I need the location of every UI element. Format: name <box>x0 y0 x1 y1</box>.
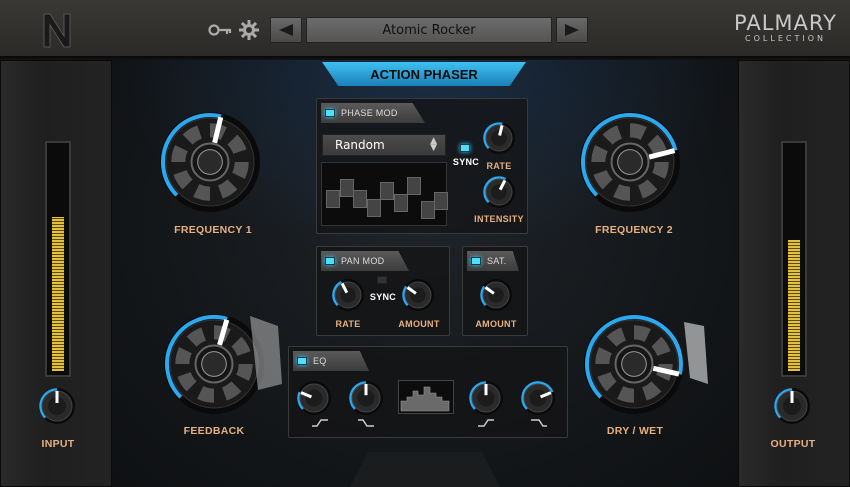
sat-title: SAT. <box>487 256 507 266</box>
eq-title: EQ <box>313 356 327 366</box>
feedback-label: FEEDBACK <box>183 425 245 437</box>
gear-icon[interactable] <box>238 19 260 41</box>
plugin-title: ACTION PHASER <box>322 62 526 86</box>
next-preset-button[interactable] <box>556 17 588 43</box>
select-arrows-icon: ▲ ▼ <box>430 136 437 153</box>
high-cut-icon <box>531 419 547 427</box>
sequencer-step[interactable] <box>366 199 381 218</box>
frequency2-label: FREQUENCY 2 <box>595 224 673 236</box>
low-shelf-icon <box>312 419 328 427</box>
output-strip <box>738 60 850 487</box>
low-mid-icon <box>358 419 374 427</box>
brand-subtitle: COLLECTION <box>745 34 826 43</box>
eq-tab[interactable]: EQ <box>293 351 369 371</box>
preset-name-display[interactable]: Atomic Rocker <box>306 17 552 43</box>
sequencer-step[interactable] <box>393 193 408 212</box>
sequencer-step[interactable] <box>407 176 421 195</box>
eq-curve-display <box>398 380 454 414</box>
pan-mod-title: PAN MOD <box>341 256 385 266</box>
pan-mod-tab[interactable]: PAN MOD <box>321 251 409 271</box>
sat-toggle[interactable] <box>471 257 481 265</box>
brand-logo: PALMARY COLLECTION <box>734 12 837 44</box>
output-label: OUTPUT <box>770 438 816 450</box>
phase-mod-title: PHASE MOD <box>341 108 398 118</box>
phase-mod-sequencer[interactable] <box>321 162 448 226</box>
input-meter-fill <box>52 217 64 371</box>
phase-mod-sync-label: SYNC <box>452 157 480 167</box>
high-mid-icon <box>478 419 494 427</box>
key-icon[interactable] <box>208 21 232 39</box>
phase-mod-sync-toggle[interactable] <box>460 144 470 152</box>
pan-mod-amount-label: AMOUNT <box>398 319 440 329</box>
sat-tab[interactable]: SAT. <box>467 251 519 271</box>
sequencer-step[interactable] <box>380 182 394 201</box>
brand-name: PALMARY <box>734 11 837 35</box>
output-meter-fill <box>788 239 800 371</box>
sequencer-step[interactable] <box>353 189 367 208</box>
phase-mod-mode-value: Random <box>335 138 385 152</box>
eq-toggle[interactable] <box>297 357 307 365</box>
n-logo-icon <box>43 13 71 48</box>
input-label: INPUT <box>41 438 75 450</box>
arrow-left-icon <box>279 24 293 36</box>
phase-mod-tab[interactable]: PHASE MOD <box>321 103 425 123</box>
frequency1-label: FREQUENCY 1 <box>174 224 252 236</box>
input-strip <box>0 60 112 487</box>
sequencer-step[interactable] <box>339 178 354 197</box>
pan-mod-sync-label: SYNC <box>369 292 397 302</box>
sat-amount-label: AMOUNT <box>475 319 517 329</box>
input-meter <box>45 141 71 377</box>
bottom-notch <box>350 452 500 487</box>
eq-spectrum-graphic <box>400 386 450 412</box>
pan-mod-rate-label: RATE <box>335 319 361 329</box>
phase-mod-mode-select[interactable]: Random ▲ ▼ <box>322 134 446 156</box>
phase-mod-toggle[interactable] <box>325 109 335 117</box>
sequencer-step[interactable] <box>326 189 340 208</box>
pan-mod-toggle[interactable] <box>325 257 335 265</box>
sequencer-step[interactable] <box>420 201 435 220</box>
pan-mod-sync-toggle[interactable] <box>377 276 387 284</box>
prev-preset-button[interactable] <box>270 17 302 43</box>
plugin-window: Atomic Rocker PALMARY COLLECTION ACTION … <box>0 0 850 487</box>
sequencer-step[interactable] <box>434 191 448 210</box>
header-bar: Atomic Rocker PALMARY COLLECTION <box>0 0 850 58</box>
phase-mod-rate-label: RATE <box>486 161 512 171</box>
arrow-right-icon <box>565 24 579 36</box>
drywet-label: DRY / WET <box>606 425 664 437</box>
output-meter <box>781 141 807 377</box>
phase-mod-intensity-label: INTENSITY <box>474 214 524 224</box>
